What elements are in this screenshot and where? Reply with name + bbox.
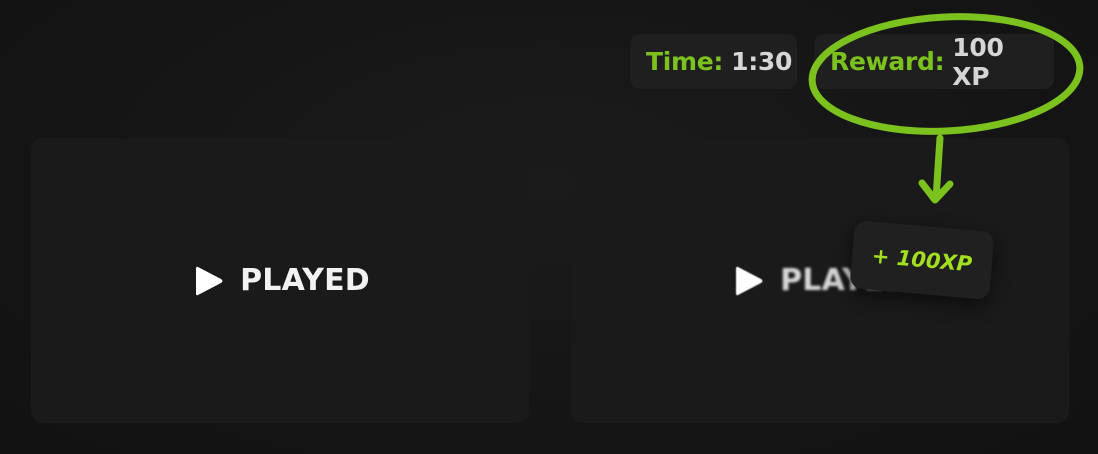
time-value: 1:30 — [731, 47, 793, 76]
played-card-right[interactable]: PLAYED — [571, 138, 1069, 423]
played-card-left[interactable]: PLAYED — [31, 138, 529, 423]
played-label: PLAYED — [240, 263, 370, 298]
game-screen: Time: 1:30 Reward: 100 XP PLAYED PLAYED … — [0, 0, 1098, 454]
time-badge: Time: 1:30 — [630, 34, 797, 89]
xp-toast-text: + 100XP — [870, 243, 974, 277]
xp-toast: + 100XP — [849, 220, 995, 300]
play-icon — [196, 266, 223, 295]
reward-label: Reward: — [830, 47, 945, 76]
reward-badge: Reward: 100 XP — [814, 32, 1054, 91]
reward-value: 100 XP — [952, 32, 1004, 91]
time-label: Time: — [646, 47, 724, 76]
play-icon — [736, 266, 763, 295]
